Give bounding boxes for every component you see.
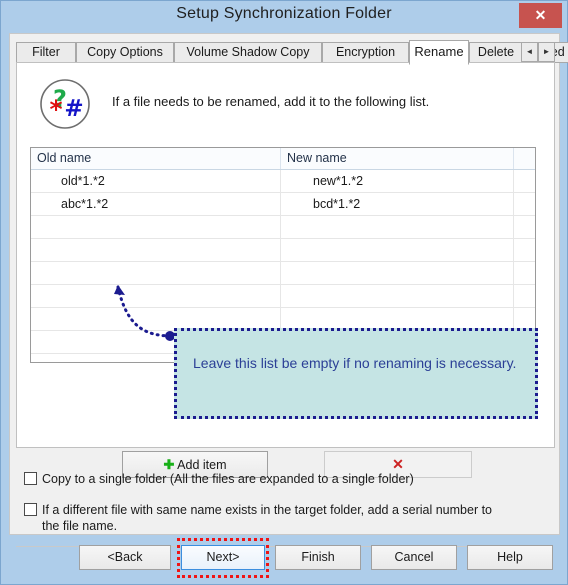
plus-icon: ✚ [163, 457, 175, 472]
cell-extra [513, 285, 535, 307]
table-row[interactable] [31, 216, 535, 239]
page-title: Setup Synchronization Folder [176, 5, 392, 22]
callout-box: Leave this list be empty if no renaming … [174, 328, 538, 419]
cell-extra [513, 308, 535, 330]
rename-tab-panel: ? * # If a file needs to be renamed, add… [16, 62, 555, 478]
cell-new-name [280, 285, 513, 307]
cancel-button[interactable]: Cancel [371, 545, 457, 570]
next-button-highlight [177, 538, 269, 578]
tab-scroll-left-button[interactable]: ◄ [521, 42, 538, 62]
table-header-row: Old name New name [31, 148, 535, 170]
checkbox-serial-number[interactable] [24, 503, 37, 516]
tab-delete[interactable]: Delete [469, 42, 523, 63]
cell-extra [513, 193, 535, 215]
tab-filter[interactable]: Filter [16, 42, 76, 63]
column-header-extra[interactable] [513, 148, 535, 169]
checkbox-copy-single-folder[interactable] [24, 472, 37, 485]
tab-strip: Filter Copy Options Volume Shadow Copy E… [16, 40, 568, 65]
svg-text:*: * [49, 95, 62, 124]
tab-volume-shadow-copy[interactable]: Volume Shadow Copy [174, 42, 322, 63]
table-row[interactable] [31, 285, 535, 308]
table-row[interactable]: old*1.*2 new*1.*2 [31, 170, 535, 193]
help-button[interactable]: Help [467, 545, 553, 570]
table-row[interactable] [31, 262, 535, 285]
cell-new-name [280, 239, 513, 261]
close-icon: ✕ [534, 7, 547, 23]
cell-new-name: bcd*1.*2 [280, 193, 513, 215]
cell-extra [513, 170, 535, 192]
tab-scroll-right-button[interactable]: ► [538, 42, 555, 62]
cell-new-name [280, 216, 513, 238]
rename-wildcard-icon: ? * # [39, 78, 91, 130]
panel-description: If a file needs to be renamed, add it to… [112, 94, 430, 109]
cell-new-name [280, 262, 513, 284]
cell-old-name: abc*1.*2 [61, 197, 109, 211]
red-x-icon: ✕ [392, 456, 404, 472]
option-serial-number-label: If a different file with same name exist… [42, 503, 493, 533]
table-row[interactable]: abc*1.*2 bcd*1.*2 [31, 193, 535, 216]
cell-extra [513, 216, 535, 238]
cell-old-name [31, 216, 280, 238]
dialog-client-area: Filter Copy Options Volume Shadow Copy E… [9, 33, 568, 547]
table-row[interactable] [31, 239, 535, 262]
option-serial-number[interactable]: If a different file with same name exist… [24, 502, 524, 536]
cell-new-name [280, 308, 513, 330]
title-bar: Setup Synchronization Folder ✕ [1, 1, 567, 31]
cell-new-name: new*1.*2 [280, 170, 513, 192]
tab-encryption[interactable]: Encryption [322, 42, 409, 63]
finish-button[interactable]: Finish [275, 545, 361, 570]
tab-rename[interactable]: Rename [409, 40, 469, 65]
option-copy-single-folder[interactable]: Copy to a single folder (All the files a… [24, 471, 544, 489]
column-header-new-name[interactable]: New name [280, 148, 513, 169]
back-button[interactable]: <Back [79, 545, 171, 570]
chevron-right-icon: ► [542, 47, 551, 56]
dialog-window: Setup Synchronization Folder ✕ Filter Co… [0, 0, 568, 585]
tab-copy-options[interactable]: Copy Options [76, 42, 174, 63]
cell-old-name: old*1.*2 [61, 174, 105, 188]
cell-extra [513, 239, 535, 261]
cell-old-name [31, 239, 280, 261]
callout-leader-line [109, 275, 181, 345]
chevron-left-icon: ◄ [525, 47, 534, 56]
cell-extra [513, 262, 535, 284]
option-copy-single-folder-label: Copy to a single folder (All the files a… [42, 472, 414, 486]
close-button[interactable]: ✕ [519, 3, 562, 28]
add-item-label: Add item [177, 458, 227, 472]
callout-text: Leave this list be empty if no renaming … [193, 355, 517, 371]
column-header-old-name[interactable]: Old name [31, 148, 280, 169]
svg-text:#: # [64, 96, 83, 122]
